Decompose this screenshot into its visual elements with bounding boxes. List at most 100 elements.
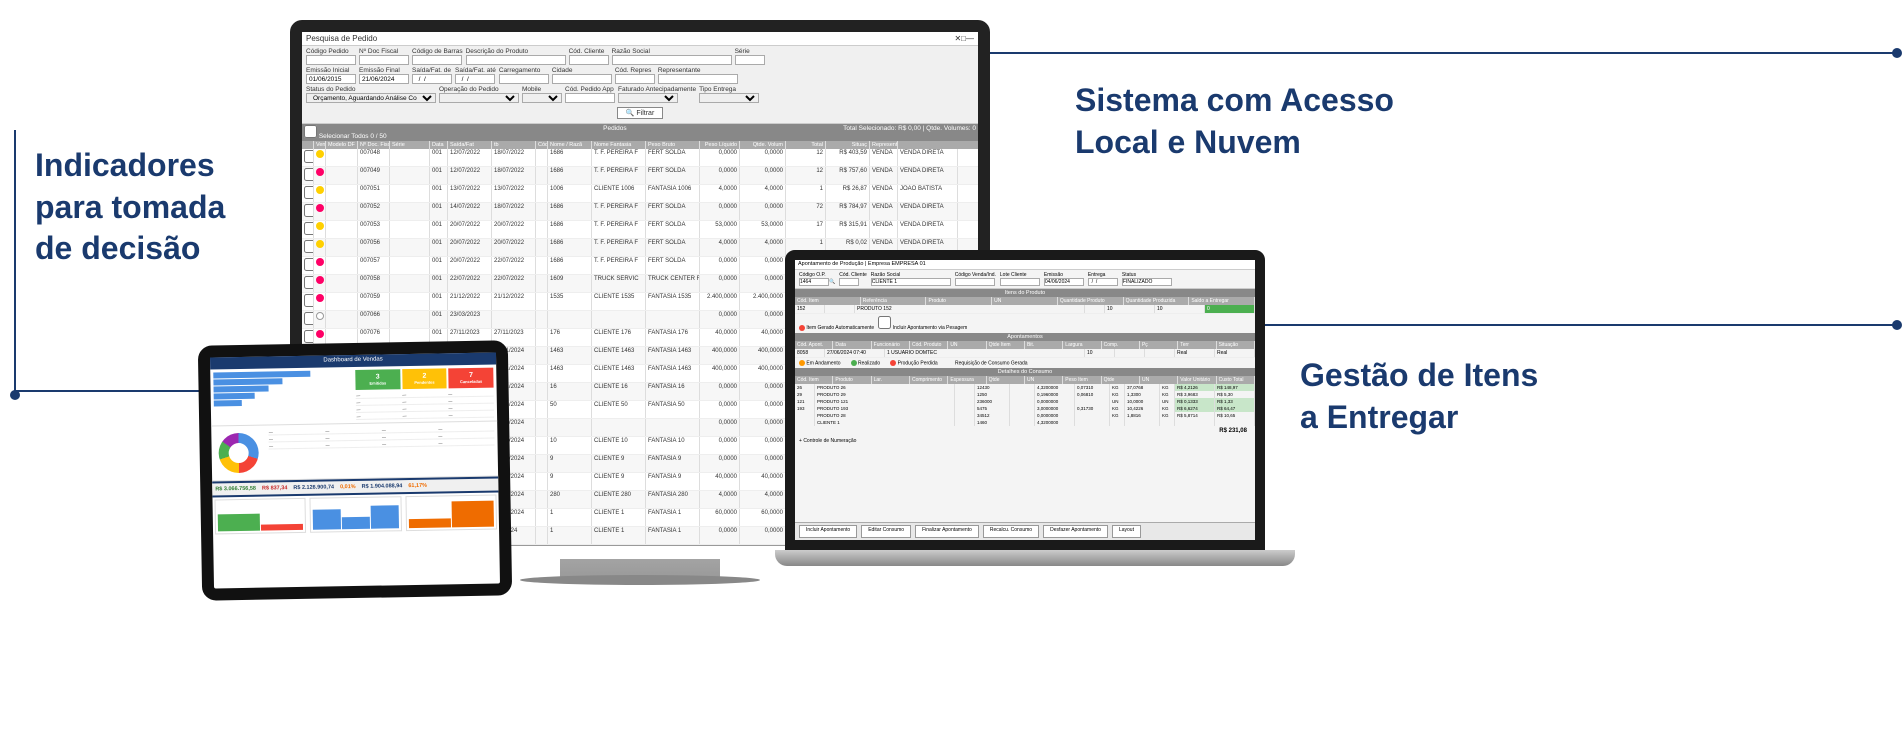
- input-lap-cod-cliente[interactable]: [839, 278, 859, 286]
- close-icon[interactable]: ✕: [954, 34, 961, 43]
- row-checkbox[interactable]: [304, 168, 314, 181]
- col-header[interactable]: Data: [430, 141, 448, 149]
- col-header[interactable]: Nome Fantasia: [592, 141, 646, 149]
- col-header[interactable]: UN: [1140, 376, 1178, 384]
- col-header[interactable]: Valor Unitário: [1178, 376, 1216, 384]
- col-header[interactable]: Quantidade Produto: [1058, 297, 1124, 305]
- col-header[interactable]: Cód. Apont.: [795, 341, 833, 349]
- toolbar-button[interactable]: Recalcu. Consumo: [983, 525, 1039, 538]
- input-codigo-venda[interactable]: [955, 278, 995, 286]
- table-row[interactable]: 00704800112/07/202218/07/20221686T. F. P…: [302, 149, 978, 167]
- input-razao-social[interactable]: [612, 55, 732, 65]
- col-header[interactable]: Quantidade Produzida: [1124, 297, 1190, 305]
- checkbox-incluir-pesagem[interactable]: [878, 316, 891, 329]
- detail-row[interactable]: CLIENTE 114604,3200000: [795, 419, 1255, 426]
- select-tipo-entrega[interactable]: [699, 93, 759, 103]
- col-header[interactable]: Peso Bruto: [646, 141, 700, 149]
- col-header[interactable]: Saída/Fat: [448, 141, 492, 149]
- col-header[interactable]: Representante: [870, 141, 898, 149]
- input-representante[interactable]: [658, 74, 738, 84]
- col-header[interactable]: Terr: [1178, 341, 1216, 349]
- col-header[interactable]: Pç: [1140, 341, 1178, 349]
- input-cod-pedido-app[interactable]: [565, 93, 615, 103]
- toolbar-button[interactable]: Incluir Apontamento: [799, 525, 857, 538]
- input-serie[interactable]: [735, 55, 765, 65]
- col-header[interactable]: Lar.: [872, 376, 910, 384]
- toolbar-button[interactable]: Editar Consumo: [861, 525, 911, 538]
- detail-row[interactable]: 26PRODUTO 26124304,32000000,07310KG37,07…: [795, 384, 1255, 391]
- input-cod-cliente[interactable]: [569, 55, 609, 65]
- items-grid-row[interactable]: 152 PRODUTO 152 10 10 0: [795, 305, 1255, 314]
- select-all-checkbox[interactable]: [304, 125, 317, 138]
- table-row[interactable]: 00704900112/07/202218/07/20221686T. F. P…: [302, 167, 978, 185]
- col-header[interactable]: Espessura: [948, 376, 986, 384]
- row-checkbox[interactable]: [304, 330, 314, 343]
- input-status[interactable]: [1122, 278, 1172, 286]
- col-header[interactable]: Cód. Produto: [910, 341, 948, 349]
- col-header[interactable]: Qtde. Volum: [740, 141, 786, 149]
- col-header[interactable]: Peso Item: [1063, 376, 1101, 384]
- col-header[interactable]: Cód. Item: [795, 297, 861, 305]
- detail-row[interactable]: 193PRODUTO 19354753,00000000,31730KG10,4…: [795, 405, 1255, 412]
- col-header[interactable]: Funcionário: [872, 341, 910, 349]
- row-checkbox[interactable]: [304, 258, 314, 271]
- row-checkbox[interactable]: [304, 222, 314, 235]
- toolbar-button[interactable]: Finalizar Apontamento: [915, 525, 979, 538]
- col-header[interactable]: Largura: [1063, 341, 1101, 349]
- input-emissao-final[interactable]: [359, 74, 409, 84]
- col-header[interactable]: [302, 141, 314, 149]
- col-header[interactable]: Cód. Cliente: [536, 141, 548, 149]
- col-header[interactable]: Total: [786, 141, 826, 149]
- select-status-pedido[interactable]: Orçamento, Aguardando Análise Com: [306, 93, 436, 103]
- input-nro-doc-fiscal[interactable]: [359, 55, 409, 65]
- col-header[interactable]: Comp.: [1102, 341, 1140, 349]
- input-entrega[interactable]: [1088, 278, 1118, 286]
- col-header[interactable]: Saldo a Entregar: [1189, 297, 1255, 305]
- detail-row[interactable]: PRODUTO 28345120,0000000KG1,8816KGR$ 5,8…: [795, 412, 1255, 419]
- row-checkbox[interactable]: [304, 312, 314, 325]
- input-emissao-inicial[interactable]: [306, 74, 356, 84]
- col-header[interactable]: Qtde: [987, 376, 1025, 384]
- col-header[interactable]: Produto: [926, 297, 992, 305]
- table-row[interactable]: 00705300120/07/202220/07/20221686T. F. P…: [302, 221, 978, 239]
- maximize-icon[interactable]: □: [961, 34, 966, 43]
- input-codigo-pedido[interactable]: [306, 55, 356, 65]
- row-checkbox[interactable]: [304, 204, 314, 217]
- input-descricao-produto[interactable]: [466, 55, 566, 65]
- col-header[interactable]: Peso Líquido: [700, 141, 740, 149]
- input-cidade[interactable]: [552, 74, 612, 84]
- table-row[interactable]: 00705200114/07/202218/07/20221686T. F. P…: [302, 203, 978, 221]
- col-header[interactable]: UN: [948, 341, 986, 349]
- col-header[interactable]: Situação: [1217, 341, 1255, 349]
- input-codigo-op[interactable]: [799, 278, 829, 286]
- input-data-emissao[interactable]: [1044, 278, 1084, 286]
- input-lote-cliente[interactable]: [1000, 278, 1040, 286]
- select-mobile[interactable]: [522, 93, 562, 103]
- input-codigo-barras[interactable]: [412, 55, 462, 65]
- col-header[interactable]: Vend it: [314, 141, 326, 149]
- select-faturado-antec[interactable]: [618, 93, 678, 103]
- col-header[interactable]: Cód. Item: [795, 376, 833, 384]
- col-header[interactable]: UN: [1025, 376, 1063, 384]
- col-header[interactable]: Data: [833, 341, 871, 349]
- input-cod-repres[interactable]: [615, 74, 655, 84]
- controle-numeracao[interactable]: Controle de Numeração: [803, 438, 856, 444]
- toolbar-button[interactable]: Desfazer Apontamento: [1043, 525, 1108, 538]
- search-icon[interactable]: 🔍: [829, 279, 835, 285]
- row-checkbox[interactable]: [304, 294, 314, 307]
- select-operacao-pedido[interactable]: [439, 93, 519, 103]
- plus-icon[interactable]: +: [799, 438, 802, 444]
- col-header[interactable]: Nº Doc. Fiscal: [358, 141, 390, 149]
- col-header[interactable]: Referência: [861, 297, 927, 305]
- input-carregamento[interactable]: [499, 74, 549, 84]
- table-row[interactable]: 00705100113/07/202213/07/20221006CLIENTE…: [302, 185, 978, 203]
- col-header[interactable]: Nome / Razã: [548, 141, 592, 149]
- col-header[interactable]: Série: [390, 141, 430, 149]
- input-lap-razao[interactable]: [871, 278, 951, 286]
- col-header[interactable]: tb: [492, 141, 536, 149]
- col-header[interactable]: Qtde Item: [987, 341, 1025, 349]
- col-header[interactable]: UN: [992, 297, 1058, 305]
- col-header[interactable]: Comprimento: [910, 376, 948, 384]
- detail-row[interactable]: 121PRODUTO 1212360000,0000000UN10,0000UN…: [795, 398, 1255, 405]
- col-header[interactable]: Situaç: [826, 141, 870, 149]
